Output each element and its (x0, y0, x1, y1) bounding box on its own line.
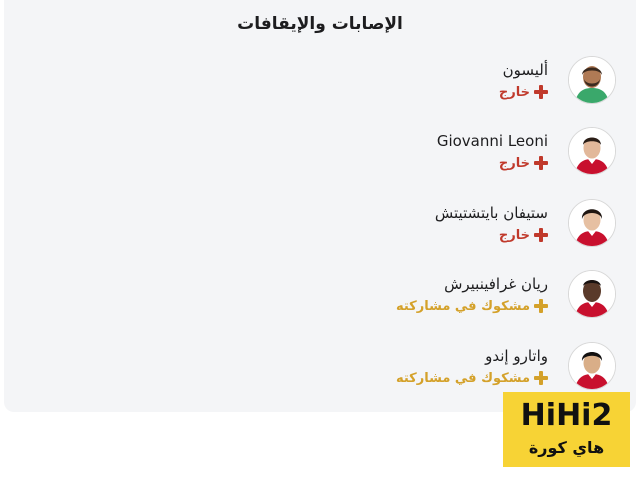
medical-cross-icon (534, 156, 548, 170)
player-status: خارج (499, 85, 548, 100)
status-label: خارج (498, 227, 530, 243)
player-name: ستيفان بايتشتيتش (434, 203, 548, 222)
site-watermark-logo: HiHi2 هاي كورة (503, 392, 630, 467)
status-label: خارج (498, 155, 530, 171)
medical-cross-icon (534, 228, 548, 242)
player-status: خارج (437, 156, 548, 171)
logo-subtitle: هاي كورة (528, 438, 605, 457)
player-row[interactable]: واتارو إندو مشكوك في مشاركته (316, 338, 616, 394)
medical-cross-icon (534, 299, 548, 313)
player-status: مشكوك في مشاركته (396, 371, 548, 386)
logo-wordmark: HiHi2 (520, 398, 613, 433)
player-avatar (568, 270, 616, 318)
player-name: أليسون (502, 60, 548, 79)
status-label: خارج (498, 84, 530, 100)
player-name: واتارو إندو (485, 346, 548, 365)
player-avatar (568, 342, 616, 390)
status-label: مشكوك في مشاركته (395, 298, 530, 314)
status-label: مشكوك في مشاركته (395, 370, 530, 386)
player-avatar (568, 56, 616, 104)
player-row[interactable]: أليسون خارج (316, 52, 616, 108)
player-row[interactable]: ستيفان بايتشتيتش خارج (316, 195, 616, 251)
player-avatar (568, 199, 616, 247)
medical-cross-icon (534, 85, 548, 99)
medical-cross-icon (534, 371, 548, 385)
player-status: خارج (435, 228, 548, 243)
panel-title: الإصابات والإيقافات (237, 14, 403, 34)
injuries-suspensions-panel: الإصابات والإيقافات أليسون خارج Giovanni… (4, 0, 636, 412)
player-status: مشكوك في مشاركته (396, 299, 548, 314)
player-name: ريان غرافينبيرش (444, 274, 548, 293)
player-name: Giovanni Leoni (436, 131, 548, 150)
player-row[interactable]: Giovanni Leoni خارج (316, 123, 616, 179)
player-row[interactable]: ريان غرافينبيرش مشكوك في مشاركته (316, 266, 616, 322)
player-avatar (568, 127, 616, 175)
